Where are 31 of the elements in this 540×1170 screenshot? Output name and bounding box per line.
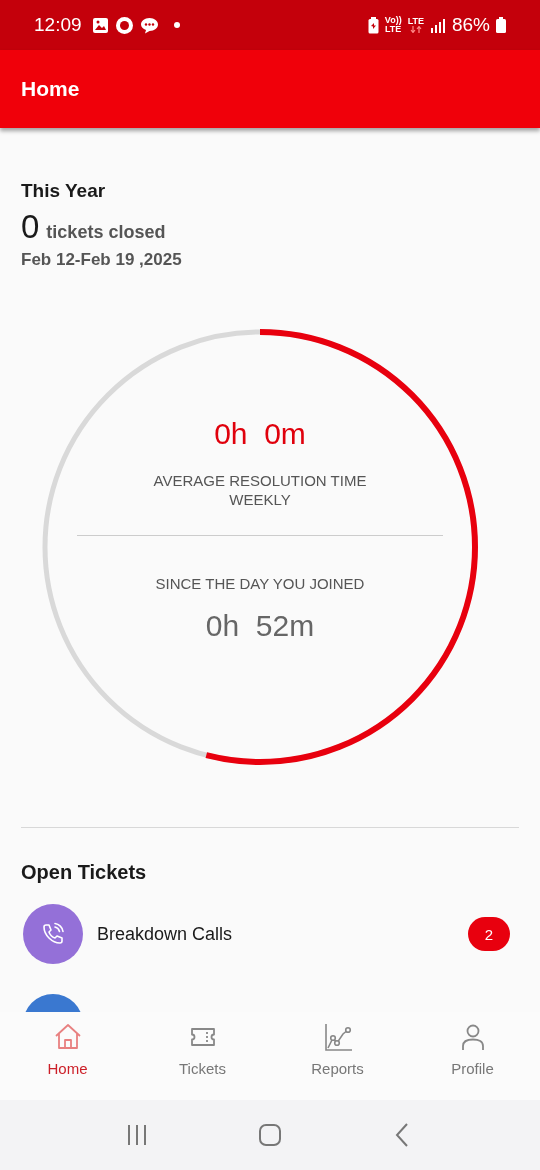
gallery-icon	[91, 16, 109, 34]
closed-count: 0	[21, 208, 40, 246]
ring-icon	[114, 15, 134, 35]
data-arrows-icon	[408, 26, 423, 33]
network-label: LTE	[385, 25, 402, 34]
network-label: LTE	[407, 17, 424, 26]
chart-icon	[322, 1022, 353, 1052]
weekly-resolution-time: 0h 0m	[214, 417, 306, 451]
battery-percent: 86%	[451, 14, 490, 36]
overall-resolution-time: 0h 52m	[205, 609, 315, 643]
battery-saver-icon	[367, 16, 379, 34]
battery-icon	[496, 17, 506, 33]
nav-tab[interactable]: Tickets	[135, 1012, 270, 1100]
since-joined-label: SINCE THE DAY YOU JOINED	[154, 574, 366, 593]
clock-time: 12:09	[34, 14, 82, 36]
date-range: Feb 12-Feb 19 ,2025	[21, 250, 183, 270]
notification-dot-icon	[172, 21, 181, 29]
count-badge: 2	[468, 917, 510, 951]
section-title: Open Tickets	[21, 861, 148, 884]
network-label: Vo))	[384, 16, 402, 25]
count-label: tickets closed	[46, 222, 166, 243]
home-button-icon	[258, 1123, 282, 1147]
nav-tab[interactable]: Home	[0, 1012, 135, 1100]
signal-icon	[429, 17, 446, 33]
nav-tab[interactable]: Reports	[270, 1012, 405, 1100]
chat-icon	[139, 16, 159, 34]
weekly-label: AVERAGE RESOLUTION TIME WEEKLY	[152, 471, 368, 509]
screen-title: Home	[21, 77, 80, 101]
nav-tab[interactable]: Profile	[405, 1012, 540, 1100]
ticket-category[interactable]: Breakdown Calls	[97, 923, 468, 945]
section-title: This Year	[21, 180, 107, 202]
